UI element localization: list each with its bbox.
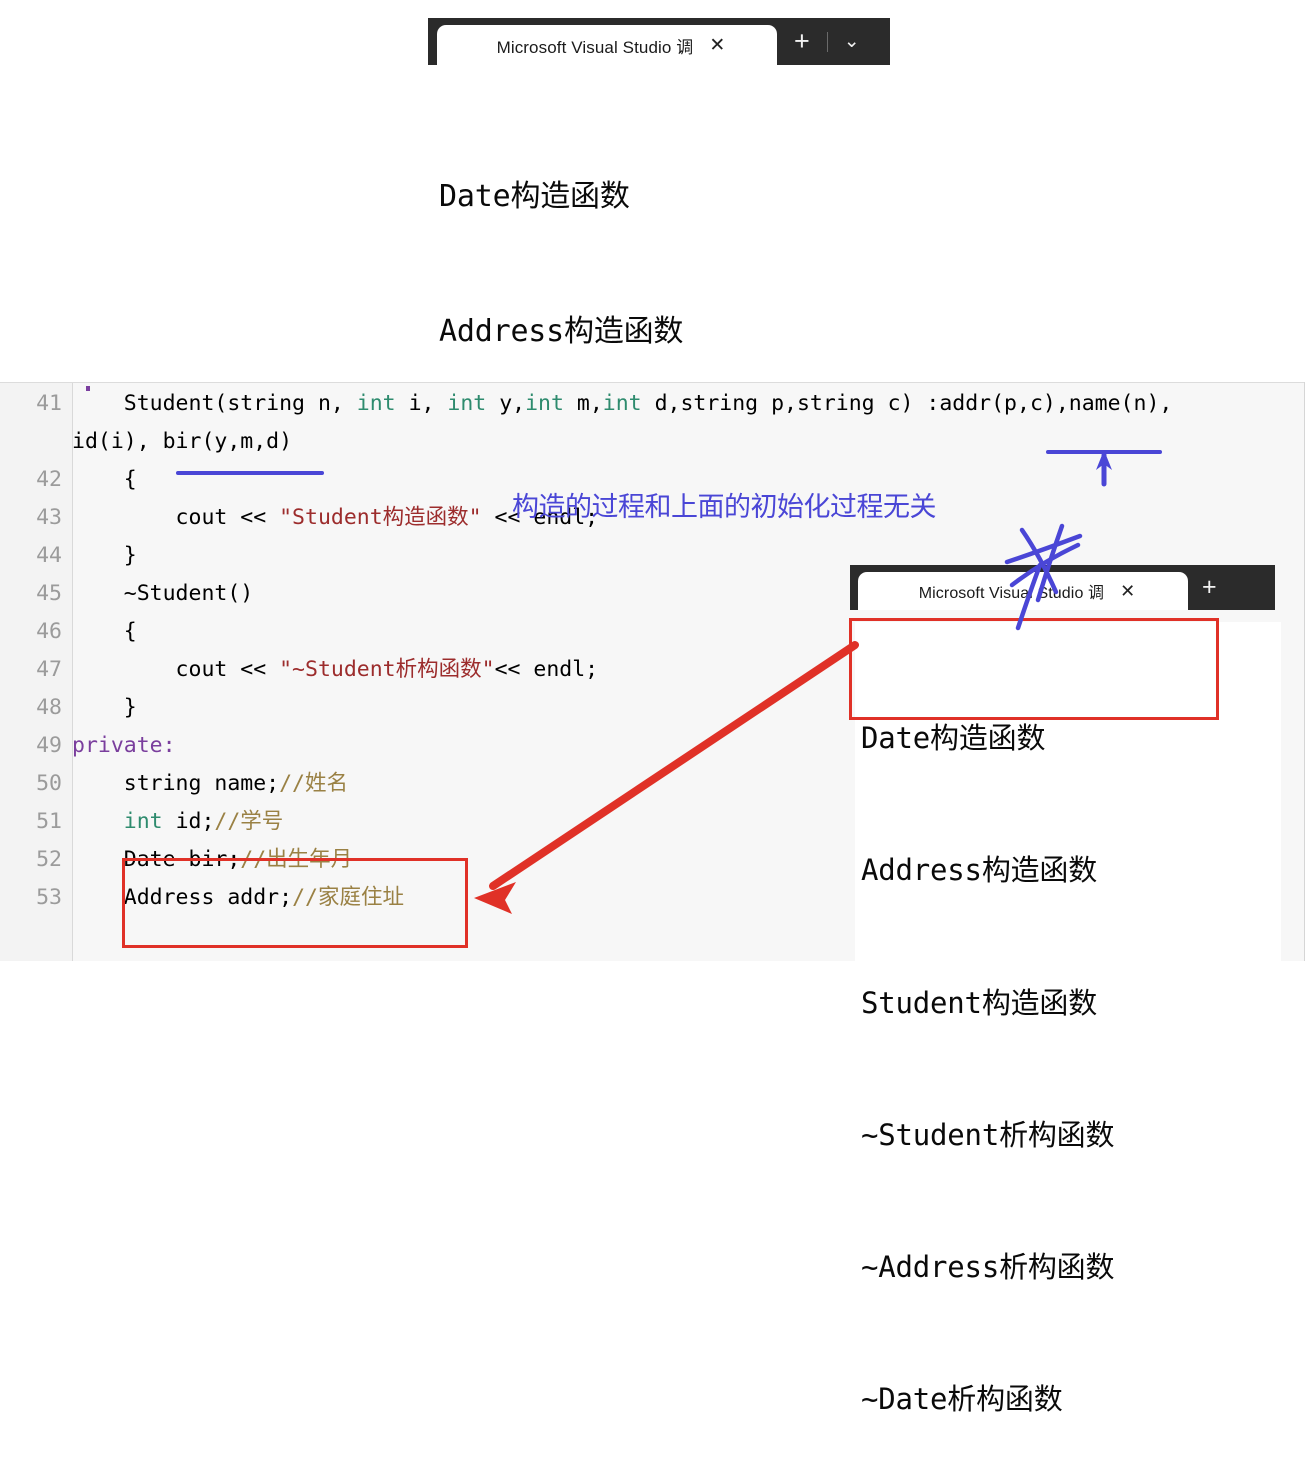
code-token: int bbox=[447, 391, 487, 416]
breakpoint-dot-icon bbox=[86, 386, 90, 391]
code-token: id; bbox=[162, 809, 215, 834]
blue-underline-addr bbox=[1046, 450, 1162, 454]
code-token: //学号 bbox=[214, 809, 284, 834]
code-line[interactable]: { bbox=[72, 461, 137, 499]
code-token: m, bbox=[563, 391, 603, 416]
output-line: ~Date析构函数 bbox=[861, 1382, 1063, 1417]
terminal-top-actions[interactable]: + ⌄ bbox=[777, 18, 876, 65]
code-token: //姓名 bbox=[279, 771, 348, 796]
line-number: 45 bbox=[36, 581, 62, 606]
line-number: 50 bbox=[36, 771, 62, 796]
blue-annotation-note: 构造的过程和上面的初始化过程无关 bbox=[512, 492, 937, 523]
terminal-bottom-tab-title: Microsoft Visual Studio 调 bbox=[918, 585, 1105, 602]
terminal-bottom-actions[interactable]: + bbox=[1188, 565, 1231, 610]
terminal-bottom-titlebar[interactable]: Microsoft Visual Studio 调 ✕ + bbox=[850, 565, 1275, 610]
code-token: ~Student() bbox=[72, 581, 254, 606]
code-token: cout << bbox=[72, 657, 280, 682]
terminal-window-bottom[interactable]: Microsoft Visual Studio 调 ✕ + bbox=[850, 565, 1275, 610]
line-number: 44 bbox=[36, 543, 62, 568]
terminal-window-top[interactable]: Microsoft Visual Studio 调 ✕ + ⌄ bbox=[428, 18, 890, 65]
close-icon[interactable]: ✕ bbox=[1120, 582, 1135, 600]
plus-icon[interactable]: + bbox=[1188, 575, 1231, 600]
code-token: i, bbox=[395, 391, 448, 416]
chevron-down-icon[interactable]: ⌄ bbox=[828, 32, 876, 51]
code-line[interactable]: { bbox=[72, 613, 137, 651]
code-token: "Student构造函数" bbox=[279, 505, 482, 530]
code-token: int bbox=[602, 391, 642, 416]
output-line: ~Address析构函数 bbox=[861, 1250, 1115, 1285]
line-number: 47 bbox=[36, 657, 62, 682]
code-token: Student(string n, bbox=[72, 391, 357, 416]
output-line: Student构造函数 bbox=[861, 985, 1098, 1020]
line-number: 42 bbox=[36, 467, 62, 492]
code-token: string name; bbox=[72, 771, 280, 796]
blue-underline-bir bbox=[176, 471, 324, 475]
code-line[interactable]: ~Student() bbox=[72, 575, 253, 613]
code-token: int bbox=[356, 391, 396, 416]
code-token: } bbox=[72, 695, 137, 720]
line-number: 46 bbox=[36, 619, 62, 644]
code-token: private: bbox=[72, 733, 176, 758]
code-token: } bbox=[72, 543, 137, 568]
plus-icon[interactable]: + bbox=[777, 28, 827, 55]
line-number: 51 bbox=[36, 809, 62, 834]
terminal-bottom-output: Date构造函数 Address构造函数 Student构造函数 ~Studen… bbox=[855, 622, 1281, 1465]
code-token: id(i), bir(y,m,d) bbox=[72, 429, 293, 454]
code-line[interactable]: private: bbox=[72, 727, 176, 765]
output-line: Date构造函数 bbox=[861, 721, 1046, 756]
code-line[interactable]: Student(string n, int i, int y,int m,int… bbox=[72, 385, 1173, 423]
line-number: 52 bbox=[36, 847, 62, 872]
red-box-output-lines bbox=[849, 618, 1219, 720]
code-token: int bbox=[123, 809, 163, 834]
line-number: 41 bbox=[36, 391, 62, 416]
code-line[interactable]: int id;//学号 bbox=[72, 803, 284, 841]
code-token: << endl; bbox=[494, 657, 599, 682]
line-number: 48 bbox=[36, 695, 62, 720]
code-token: "~Student析构函数" bbox=[279, 657, 495, 682]
code-token: y, bbox=[486, 391, 526, 416]
line-number: 43 bbox=[36, 505, 62, 530]
code-token: { bbox=[72, 619, 137, 644]
code-line[interactable]: cout << "~Student析构函数"<< endl; bbox=[72, 651, 599, 689]
red-box-code-fields bbox=[122, 858, 468, 948]
output-line: Address构造函数 bbox=[439, 314, 684, 349]
output-line: Date构造函数 bbox=[439, 179, 630, 214]
code-line[interactable]: } bbox=[72, 689, 137, 727]
code-line[interactable]: } bbox=[72, 537, 137, 575]
output-line: ~Student析构函数 bbox=[861, 1117, 1115, 1152]
line-number: 49 bbox=[36, 733, 62, 758]
code-token: { bbox=[72, 467, 137, 492]
terminal-top-tab-title: Microsoft Visual Studio 调 bbox=[496, 37, 694, 57]
code-line[interactable]: string name;//姓名 bbox=[72, 765, 348, 803]
code-line[interactable]: id(i), bir(y,m,d) bbox=[72, 423, 292, 461]
terminal-top-tab[interactable]: Microsoft Visual Studio 调 ✕ bbox=[437, 25, 777, 65]
terminal-bottom-tab[interactable]: Microsoft Visual Studio 调 ✕ bbox=[858, 572, 1188, 610]
close-icon[interactable]: ✕ bbox=[709, 36, 725, 55]
terminal-top-titlebar[interactable]: Microsoft Visual Studio 调 ✕ + ⌄ bbox=[428, 18, 890, 65]
code-token: int bbox=[525, 391, 564, 416]
line-number: 53 bbox=[36, 885, 62, 910]
output-line: Address构造函数 bbox=[861, 853, 1098, 888]
code-token: cout << bbox=[72, 505, 280, 530]
code-token: d,string p,string c) :addr(p,c),name(n), bbox=[641, 391, 1173, 416]
line-number-gutter: 41 42 43 44 45 46 47 48 49 50 51 52 53 bbox=[0, 383, 73, 961]
